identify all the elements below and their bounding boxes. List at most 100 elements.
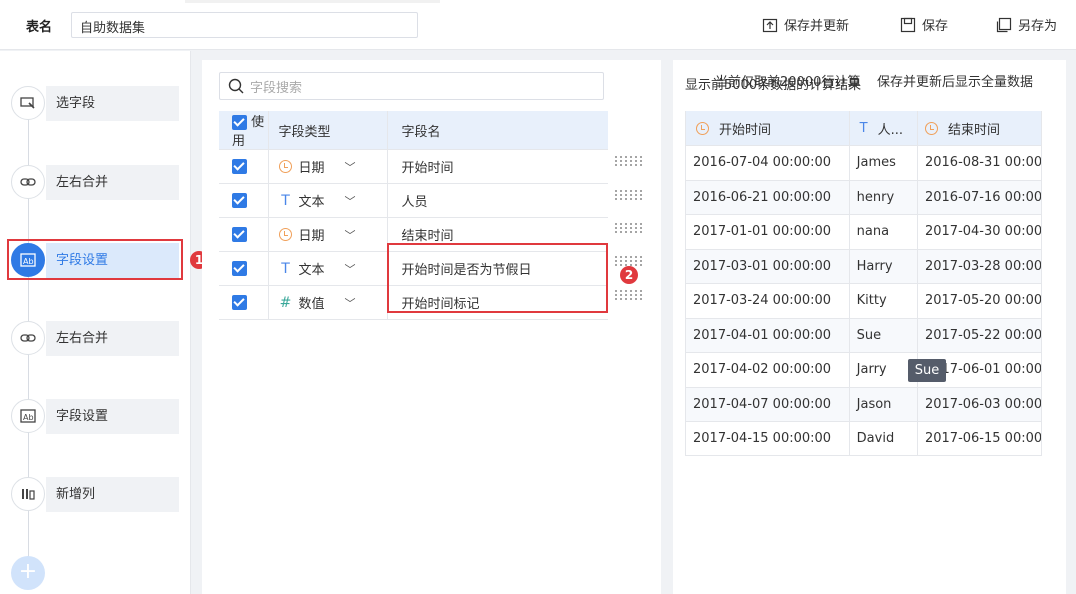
drag-handle-icon[interactable] xyxy=(615,190,643,200)
preview-header-row: 开始时间 T 人... 结束时间 xyxy=(686,111,1042,146)
link-icon[interactable] xyxy=(11,321,45,355)
clock-icon xyxy=(924,121,938,135)
preview-cell: henry xyxy=(849,180,918,215)
field-name[interactable]: 人员 xyxy=(386,183,608,218)
preview-cell: 2017-03-01 00:00:00 xyxy=(686,249,850,284)
clock-icon xyxy=(279,160,293,173)
preview-row: 2016-06-21 00:00:00 henry 2016-07-16 00:00… xyxy=(686,180,1042,215)
preview-row: 2017-01-01 00:00:00nana2017-04-30 00:00:… xyxy=(686,214,1042,250)
save-as-button[interactable]: 另存为 xyxy=(996,15,1057,34)
save-and-update-button[interactable]: 保存并更新 xyxy=(762,15,849,34)
preview-cell: 2016-06-21 00:00:00 xyxy=(686,180,850,215)
save-as-icon xyxy=(996,17,1012,32)
field-type-select[interactable]: 日期 ﹀ xyxy=(279,157,387,176)
field-row: 日期 ﹀ 结束时间 xyxy=(219,217,608,252)
add-column-icon[interactable] xyxy=(11,477,45,511)
step-field-settings-2[interactable]: 字段设置 xyxy=(46,399,179,434)
preview-cell: 2017-05-20 00:00:00 xyxy=(917,283,1042,319)
field-settings-icon[interactable]: Ab xyxy=(11,399,45,433)
preview-cell: 2017-04-01 00:00:00 xyxy=(686,318,850,353)
use-header: 使用 xyxy=(219,111,268,150)
step-merge-2[interactable]: 左右合并 xyxy=(46,321,179,356)
preview-cell: 2017-04-07 00:00:00 xyxy=(686,387,850,422)
field-type-select[interactable]: 日期 ﹀ xyxy=(279,225,387,244)
field-name[interactable]: 结束时间 xyxy=(386,217,608,252)
text-t-icon: T xyxy=(281,260,290,277)
save-and-update-label: 保存并更新 xyxy=(784,19,850,34)
step-merge-1[interactable]: 左右合并 xyxy=(46,165,179,200)
preview-cell: David xyxy=(849,421,918,455)
preview-header-label: 开始时间 xyxy=(719,122,772,138)
step-select-field[interactable]: 选字段 xyxy=(46,86,179,121)
field-type-label: 数值 xyxy=(298,297,325,312)
field-table-header: 使用 字段类型 字段名 xyxy=(219,111,608,150)
step-add-column[interactable]: 新增列 xyxy=(46,477,179,512)
field-type-label: 日期 xyxy=(298,161,325,176)
field-table: 使用 字段类型 字段名 日期 ﹀ 开始时间 T 文本 ﹀ 人员 日期 ﹀ 结束时间 T文… xyxy=(219,111,608,320)
step-field-settings-active[interactable]: 字段设置 xyxy=(46,243,179,278)
chevron-down-icon: ﹀ xyxy=(344,194,356,208)
save-icon xyxy=(900,17,916,32)
field-row: T 文本 ﹀ 开始时间是否为节假日 xyxy=(219,251,608,286)
preview-cell: 2017-04-15 00:00:00 xyxy=(686,421,850,455)
preview-cell: James xyxy=(849,145,918,181)
search-placeholder: 字段搜索 xyxy=(250,80,303,96)
field-search-input[interactable]: 字段搜索 xyxy=(219,72,604,100)
field-row: # 数值 ﹀ 开始时间标记 xyxy=(219,285,608,320)
drag-handle-icon[interactable] xyxy=(615,156,643,166)
callout-badge-2: 2 xyxy=(620,266,638,284)
field-checkbox[interactable] xyxy=(232,227,247,242)
chevron-down-icon: ﹀ xyxy=(344,160,356,174)
field-name[interactable]: 开始时间 xyxy=(386,149,608,184)
preview-header-end: 结束时间 xyxy=(917,111,1042,146)
preview-cell: 2017-05-22 00:00:00 xyxy=(917,318,1042,353)
name-header: 字段名 xyxy=(386,111,608,150)
preview-row: 2017-03-01 00:00:00 Harry 2017-03-28 00:00… xyxy=(686,249,1042,284)
preview-cell: 2016-07-04 00:00:00 xyxy=(686,145,850,181)
clock-icon xyxy=(696,121,709,135)
add-step-button[interactable]: + xyxy=(11,556,45,590)
preview-cell: Jason xyxy=(849,387,918,422)
svg-text:Ab: Ab xyxy=(23,257,34,266)
field-checkbox[interactable] xyxy=(232,193,247,208)
preview-notice-c: 保存并更新后显示全量数据 xyxy=(877,75,1034,90)
chevron-down-icon: ﹀ xyxy=(344,296,356,310)
preview-cell: 2016-08-31 00:00:00 xyxy=(917,145,1042,181)
table-name-input[interactable]: 自助数据集 xyxy=(71,12,418,38)
field-name[interactable]: 开始时间标记 xyxy=(386,285,608,320)
search-icon xyxy=(228,78,244,94)
field-type-label: 文本 xyxy=(298,195,325,210)
preview-header-person: T 人... xyxy=(849,111,918,146)
field-type-label: 文本 xyxy=(298,263,325,278)
preview-notice-b: 当前仅取前20000行计算 xyxy=(715,75,861,90)
preview-header-label: 结束时间 xyxy=(947,122,1000,138)
drag-handle-icon[interactable] xyxy=(615,290,643,300)
chevron-down-icon: ﹀ xyxy=(344,228,356,242)
preview-row: 2017-04-01 00:00:00Sue2017-05-22 00:00:0… xyxy=(686,318,1042,353)
field-checkbox[interactable] xyxy=(232,261,247,276)
cell-tooltip: Sue xyxy=(908,359,946,382)
field-checkbox[interactable] xyxy=(232,159,247,174)
preview-cell: Harry xyxy=(849,249,918,284)
field-settings-icon[interactable]: Ab xyxy=(11,243,45,277)
preview-notice: 显示前5000条数据的计算结果 当前仅取前20000行计算 保存并更新后显示全量… xyxy=(685,74,1055,92)
field-type-select[interactable]: T 文本 ﹀ xyxy=(279,259,387,279)
svg-text:Ab: Ab xyxy=(23,413,34,422)
save-label: 保存 xyxy=(922,19,949,34)
select-all-checkbox[interactable] xyxy=(232,115,247,130)
save-button[interactable]: 保存 xyxy=(900,15,948,34)
top-toolbar: 表名 自助数据集 保存并更新 保存 另存为 xyxy=(0,0,1076,50)
field-checkbox[interactable] xyxy=(232,295,247,310)
preview-cell: nana xyxy=(849,214,918,250)
tab-indicator xyxy=(185,0,440,3)
drag-handle-icon[interactable] xyxy=(615,223,643,233)
link-icon[interactable] xyxy=(11,165,45,199)
field-type-select[interactable]: # 数值 ﹀ xyxy=(279,293,387,313)
preview-cell: 2017-03-24 00:00:00 xyxy=(686,283,850,319)
field-type-select[interactable]: T 文本 ﹀ xyxy=(279,191,387,211)
preview-table-scroll[interactable]: 开始时间 T 人... 结束时间 2016-07-04 00:00:00 James… xyxy=(685,111,1042,456)
drag-handle-icon[interactable] xyxy=(615,256,643,266)
preview-header-start: 开始时间 xyxy=(686,111,850,146)
select-field-icon[interactable] xyxy=(11,86,45,120)
field-name[interactable]: 开始时间是否为节假日 xyxy=(386,251,608,286)
